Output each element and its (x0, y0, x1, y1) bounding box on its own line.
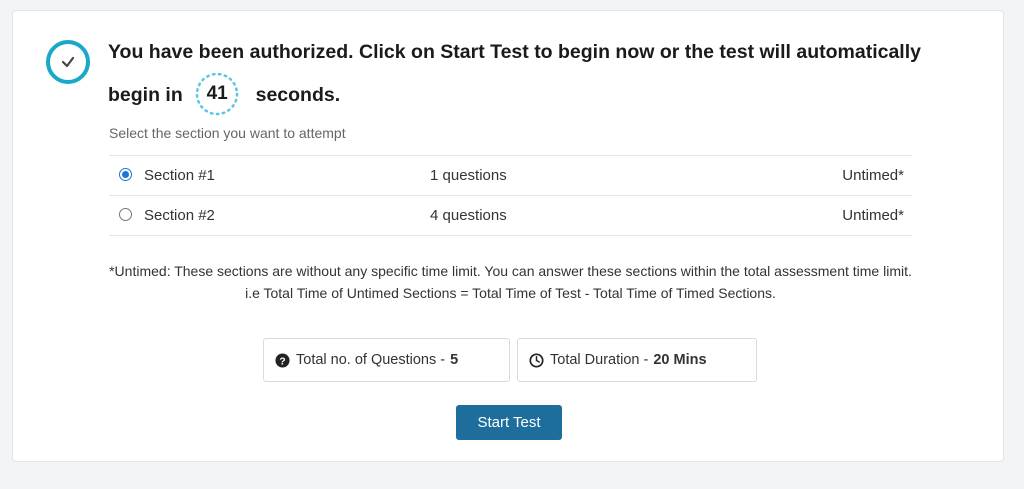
authorization-card: You have been authorized. Click on Start… (12, 10, 1004, 462)
countdown-timer: 41 (192, 71, 242, 117)
section-question-count: 1 questions (430, 167, 507, 184)
section-timing: Untimed* (842, 207, 904, 224)
authorization-message: You have been authorized. Click on Start… (108, 33, 968, 121)
section-timing: Untimed* (842, 167, 904, 184)
section-select-prompt: Select the section you want to attempt (109, 125, 346, 141)
clock-icon (529, 352, 544, 368)
svg-text:?: ? (279, 356, 285, 367)
total-duration-box: Total Duration - 20 Mins (517, 338, 757, 382)
untimed-note-line2: i.e Total Time of Untimed Sections = Tot… (245, 285, 776, 301)
section-name: Section #2 (144, 207, 215, 224)
check-circle-icon (46, 40, 90, 84)
message-suffix: seconds. (255, 84, 341, 107)
untimed-note-line1: *Untimed: These sections are without any… (109, 263, 912, 279)
section-list: Section #1 1 questions Untimed* Section … (109, 155, 912, 236)
countdown-value: 41 (206, 83, 228, 104)
untimed-note: *Untimed: These sections are without any… (109, 260, 912, 304)
total-duration-label: Total Duration - (550, 352, 649, 368)
section-row-1[interactable]: Section #1 1 questions Untimed* (109, 156, 912, 196)
total-questions-label: Total no. of Questions - (296, 352, 446, 368)
section-row-2[interactable]: Section #2 4 questions Untimed* (109, 196, 912, 236)
section-1-radio[interactable] (119, 168, 132, 181)
section-2-radio[interactable] (119, 208, 132, 221)
total-duration-value: 20 Mins (653, 352, 707, 368)
section-question-count: 4 questions (430, 207, 507, 224)
section-name: Section #1 (144, 167, 215, 184)
start-test-button[interactable]: Start Test (456, 405, 562, 440)
total-questions-box: ? Total no. of Questions - 5 (263, 338, 510, 382)
total-questions-value: 5 (450, 352, 459, 368)
question-circle-icon: ? (275, 352, 290, 368)
